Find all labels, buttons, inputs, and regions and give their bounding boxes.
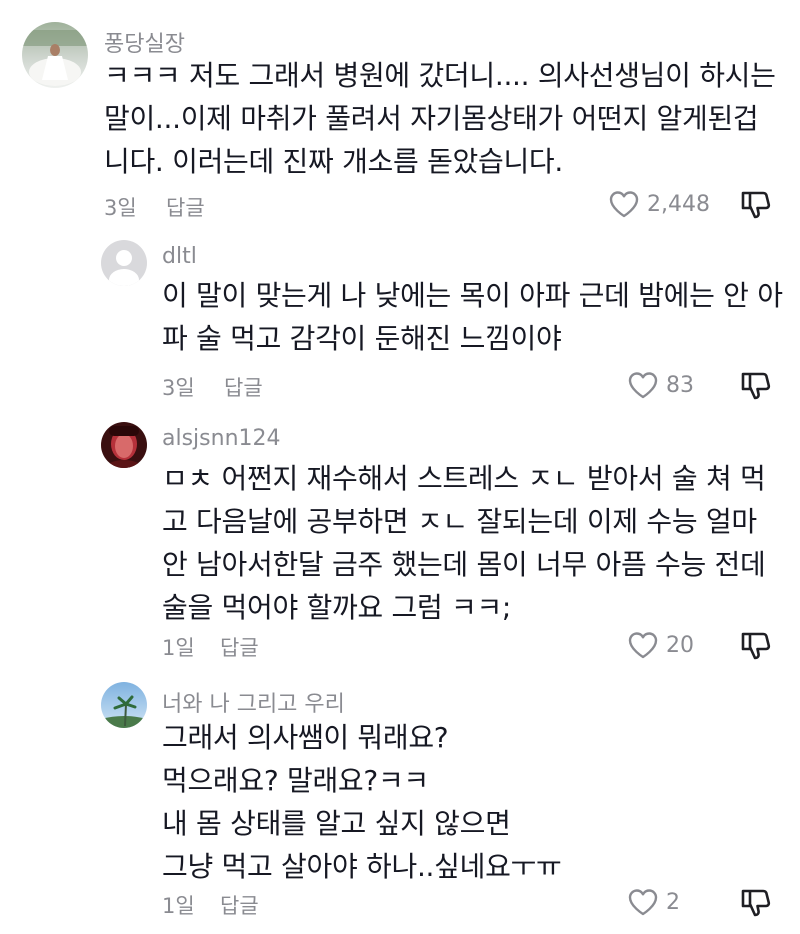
comment-line: 술을 먹어야 할까요 그럼 ㅋㅋ;: [162, 591, 512, 624]
comment-time: 3일: [104, 196, 137, 220]
avatar[interactable]: [101, 240, 147, 286]
avatar[interactable]: [101, 682, 147, 728]
like-count: 2: [666, 889, 680, 915]
reply-button[interactable]: 답글: [220, 632, 259, 662]
dislike-button[interactable]: [740, 190, 772, 220]
comment-line: 파 술 먹고 감각이 둔해진 느낌이야: [162, 322, 562, 355]
like-button[interactable]: 2,448: [609, 190, 710, 218]
like-button[interactable]: 2: [628, 888, 680, 916]
comment-text: 이 말이 맞는게 나 낮에는 목이 아파 근데 밤에는 안 아 파 술 먹고 감…: [162, 274, 783, 360]
username[interactable]: alsjsnn124: [162, 426, 281, 451]
comment-line: 그냥 먹고 살아야 하나..싶네요ㅜㅠ: [162, 850, 562, 883]
heart-icon: [628, 371, 658, 399]
thumbs-down-icon: [740, 888, 772, 918]
comment-line: ㅋㅋㅋ 저도 그래서 병원에 갔더니.... 의사선생님이 하시는: [104, 59, 776, 92]
reply-button[interactable]: 답글: [166, 192, 205, 222]
heart-icon: [628, 888, 658, 916]
comment-line: 안 남아서한달 금주 했는데 몸이 너무 아픔 수능 전데: [162, 548, 766, 581]
username[interactable]: dltl: [162, 244, 197, 269]
comment-line: 먹으래요? 말래요?ㅋㅋ: [162, 764, 429, 797]
comment-line: 내 몸 상태를 알고 싶지 않으면: [162, 807, 511, 840]
comment-line: 니다. 이러는데 진짜 개소름 돋았습니다.: [104, 145, 563, 178]
comment-line: 말이...이제 마취가 풀려서 자기몸상태가 어떤지 알게된겁: [104, 102, 759, 135]
dislike-button[interactable]: [740, 631, 772, 661]
comment-line: ㅁㅊ 어쩐지 재수해서 스트레스 ㅈㄴ 받아서 술 쳐 먹: [162, 462, 766, 495]
comment-time: 3일: [162, 376, 195, 400]
comment-text: ㅋㅋㅋ 저도 그래서 병원에 갔더니.... 의사선생님이 하시는 말이...이…: [104, 54, 776, 183]
avatar[interactable]: [22, 22, 88, 88]
thumbs-down-icon: [740, 631, 772, 661]
comment-text: ㅁㅊ 어쩐지 재수해서 스트레스 ㅈㄴ 받아서 술 쳐 먹 고 다음날에 공부하…: [162, 457, 766, 629]
comment-text: 그래서 의사쌤이 뭐래요? 먹으래요? 말래요?ㅋㅋ 내 몸 상태를 알고 싶지…: [162, 716, 562, 888]
comment-thread: { "colors": { "text": "#161823", "muted"…: [0, 0, 800, 934]
thumbs-down-icon: [740, 371, 772, 401]
like-count: 20: [666, 632, 694, 658]
reply-button[interactable]: 답글: [224, 372, 263, 402]
heart-icon: [609, 190, 639, 218]
dislike-button[interactable]: [740, 888, 772, 918]
comment-line: 그래서 의사쌤이 뭐래요?: [162, 721, 449, 754]
comment-line: 고 다음날에 공부하면 ㅈㄴ 잘되는데 이제 수능 얼마: [162, 505, 757, 538]
reply-button[interactable]: 답글: [220, 890, 259, 920]
comment-time: 1일: [162, 894, 195, 918]
avatar[interactable]: [101, 422, 147, 468]
like-button[interactable]: 20: [628, 631, 694, 659]
heart-icon: [628, 631, 658, 659]
username[interactable]: 너와 나 그리고 우리: [162, 686, 345, 718]
like-count: 2,448: [647, 191, 710, 217]
thumbs-down-icon: [740, 190, 772, 220]
dislike-button[interactable]: [740, 371, 772, 401]
like-count: 83: [666, 372, 694, 398]
comment-line: 이 말이 맞는게 나 낮에는 목이 아파 근데 밤에는 안 아: [162, 279, 783, 312]
like-button[interactable]: 83: [628, 371, 694, 399]
comment-time: 1일: [162, 636, 195, 660]
